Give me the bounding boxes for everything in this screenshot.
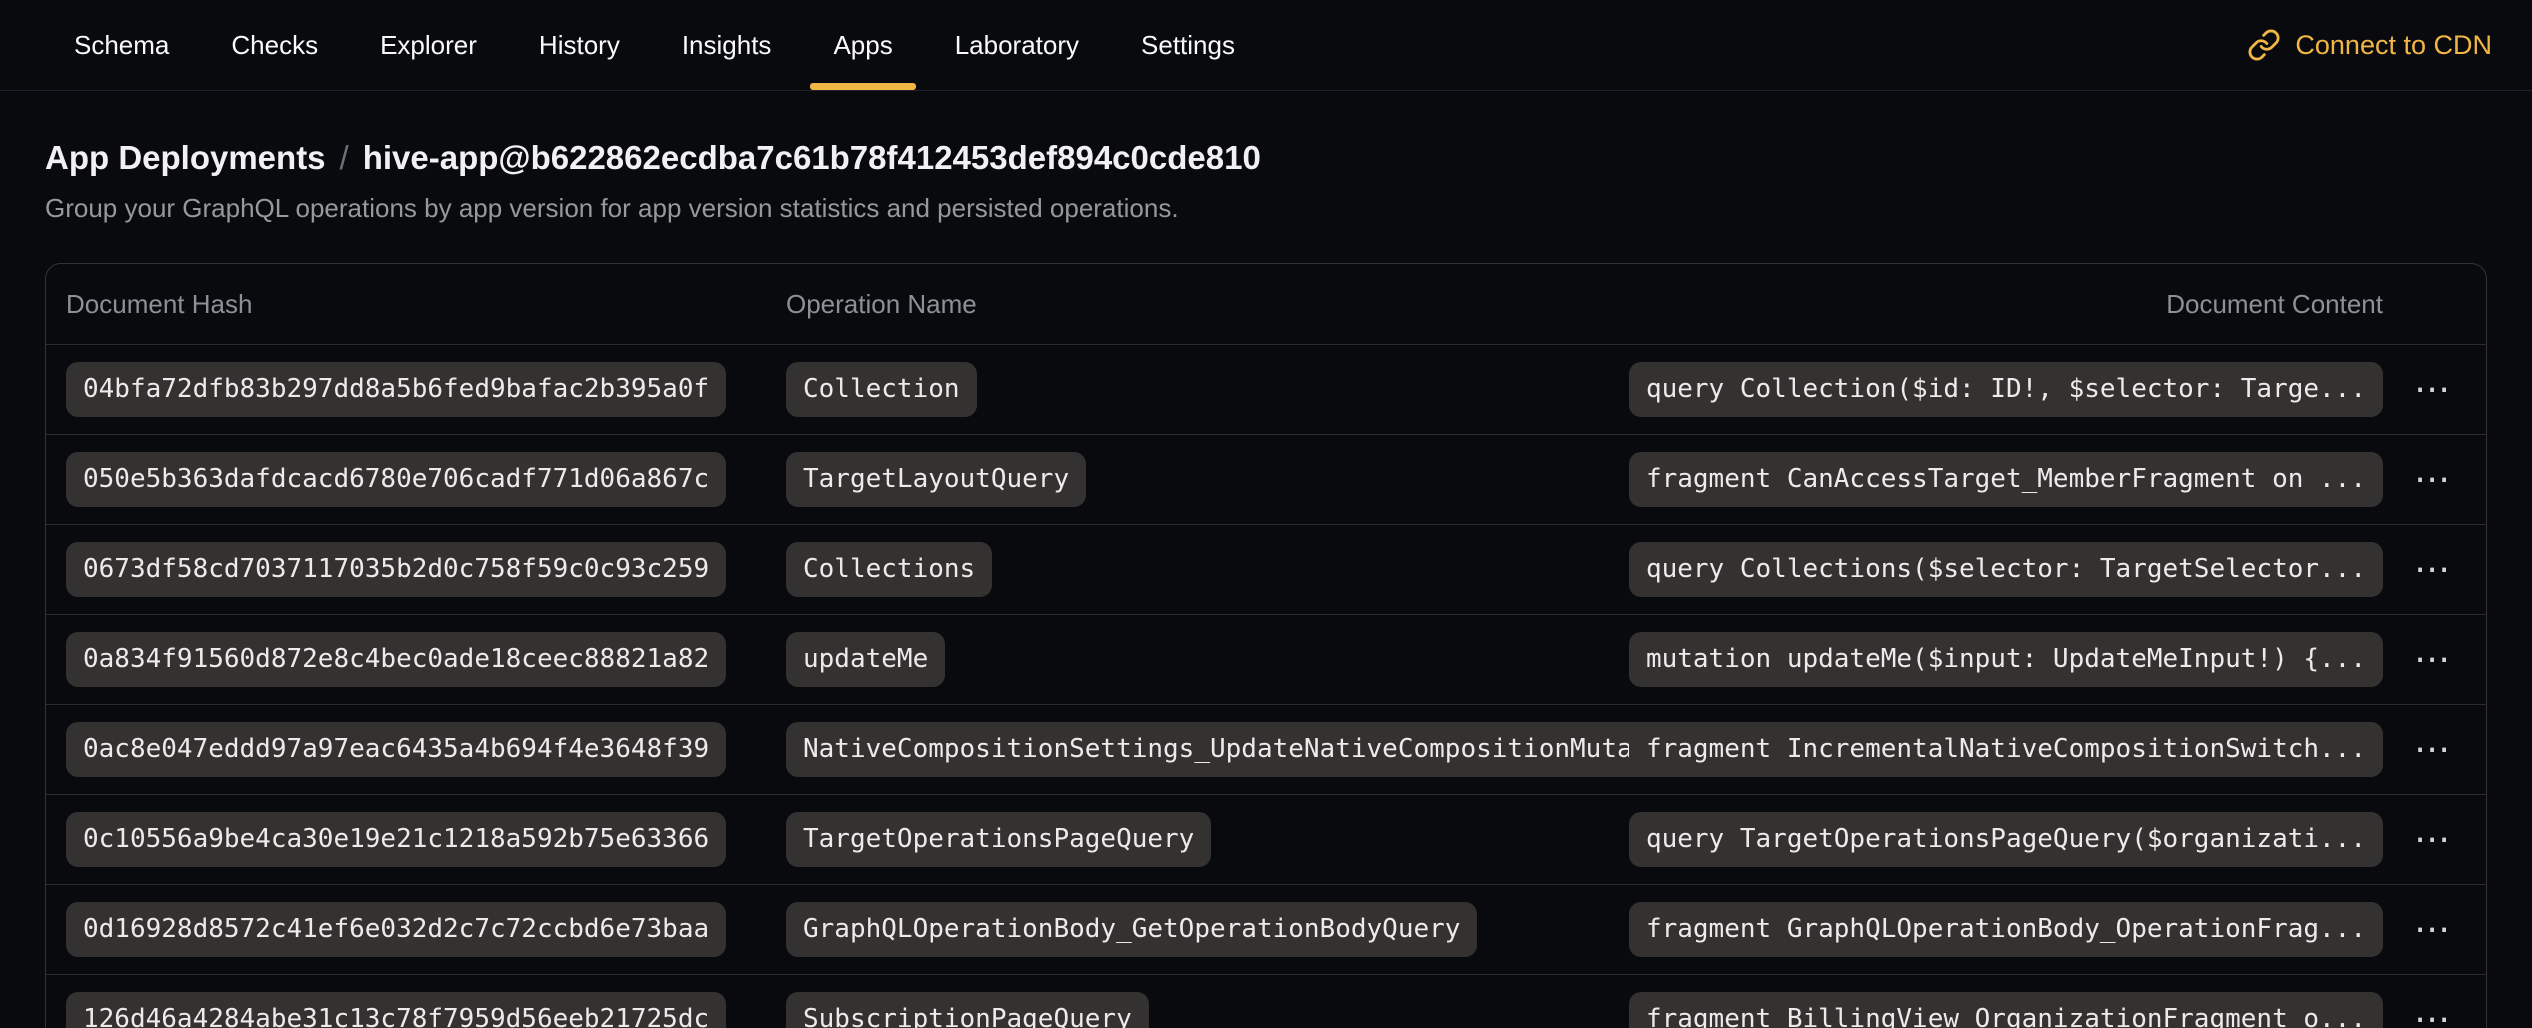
- nav-tab-label: Explorer: [380, 30, 477, 61]
- operation-name-badge[interactable]: Collection: [786, 362, 977, 417]
- table-body: 04bfa72dfb83b297dd8a5b6fed9bafac2b395a0f…: [46, 344, 2486, 1028]
- breadcrumb-deployment-name: hive-app@b622862ecdba7c61b78f412453def89…: [363, 139, 1261, 176]
- ellipsis-icon: ⋯: [2414, 462, 2450, 498]
- nav-tab-schema[interactable]: Schema: [47, 0, 196, 90]
- ellipsis-icon: ⋯: [2414, 642, 2450, 678]
- table-row: 0ac8e047eddd97a97eac6435a4b694f4e3648f39…: [46, 704, 2486, 794]
- nav-tab-label: Apps: [833, 30, 892, 61]
- page-subtitle: Group your GraphQL operations by app ver…: [45, 191, 2487, 225]
- documents-table: Document Hash Operation Name Document Co…: [45, 263, 2487, 1028]
- nav-tab-checks[interactable]: Checks: [204, 0, 345, 90]
- document-content-badge[interactable]: fragment GraphQLOperationBody_OperationF…: [1629, 902, 2383, 957]
- row-menu-button[interactable]: ⋯: [2410, 818, 2454, 862]
- nav-tabs: Schema Checks Explorer History Insights …: [47, 0, 1262, 90]
- document-content-badge[interactable]: query Collections($selector: TargetSelec…: [1629, 542, 2383, 597]
- nav-tab-label: Schema: [74, 30, 169, 61]
- ellipsis-icon: ⋯: [2414, 1002, 2450, 1028]
- document-hash-badge[interactable]: 0a834f91560d872e8c4bec0ade18ceec88821a82: [66, 632, 726, 687]
- document-content-badge[interactable]: mutation updateMe($input: UpdateMeInput!…: [1629, 632, 2383, 687]
- nav-tab-laboratory[interactable]: Laboratory: [928, 0, 1106, 90]
- document-content-badge[interactable]: fragment CanAccessTarget_MemberFragment …: [1629, 452, 2383, 507]
- column-header-document-hash: Document Hash: [66, 289, 786, 320]
- breadcrumb-app-deployments[interactable]: App Deployments: [45, 139, 326, 176]
- row-menu-button[interactable]: ⋯: [2410, 728, 2454, 772]
- column-header-operation-name: Operation Name: [786, 289, 2166, 320]
- breadcrumb: App Deployments / hive-app@b622862ecdba7c6…: [45, 137, 2487, 179]
- operation-name-badge[interactable]: Collections: [786, 542, 992, 597]
- nav-tab-history[interactable]: History: [512, 0, 647, 90]
- row-menu-button[interactable]: ⋯: [2410, 638, 2454, 682]
- document-hash-badge[interactable]: 126d46a4284abe31c13c78f7959d56eeb21725dc: [66, 992, 726, 1028]
- row-menu-button[interactable]: ⋯: [2410, 368, 2454, 412]
- table-row: 050e5b363dafdcacd6780e706cadf771d06a867c…: [46, 434, 2486, 524]
- ellipsis-icon: ⋯: [2414, 822, 2450, 858]
- document-content-badge[interactable]: fragment BillingView_OrganizationFragmen…: [1629, 992, 2383, 1028]
- nav-tab-insights[interactable]: Insights: [655, 0, 799, 90]
- table-row: 0a834f91560d872e8c4bec0ade18ceec88821a82…: [46, 614, 2486, 704]
- document-hash-badge[interactable]: 04bfa72dfb83b297dd8a5b6fed9bafac2b395a0f: [66, 362, 726, 417]
- operation-name-badge[interactable]: updateMe: [786, 632, 945, 687]
- table-row: 0673df58cd7037117035b2d0c758f59c0c93c259…: [46, 524, 2486, 614]
- document-hash-badge[interactable]: 050e5b363dafdcacd6780e706cadf771d06a867c: [66, 452, 726, 507]
- app-deployment-detail-page: App Deployments / hive-app@b622862ecdba7c6…: [0, 137, 2532, 1028]
- table-row: 0c10556a9be4ca30e19e21c1218a592b75e63366…: [46, 794, 2486, 884]
- nav-tab-label: Insights: [682, 30, 772, 61]
- connect-to-cdn-link[interactable]: Connect to CDN: [2247, 0, 2492, 90]
- ellipsis-icon: ⋯: [2414, 372, 2450, 408]
- operation-name-badge[interactable]: SubscriptionPageQuery: [786, 992, 1149, 1028]
- row-menu-button[interactable]: ⋯: [2410, 908, 2454, 952]
- operation-name-badge[interactable]: TargetLayoutQuery: [786, 452, 1086, 507]
- ellipsis-icon: ⋯: [2414, 552, 2450, 588]
- row-menu-button[interactable]: ⋯: [2410, 548, 2454, 592]
- table-row: 04bfa72dfb83b297dd8a5b6fed9bafac2b395a0f…: [46, 344, 2486, 434]
- table-row: 126d46a4284abe31c13c78f7959d56eeb21725dc…: [46, 974, 2486, 1028]
- document-content-badge[interactable]: query TargetOperationsPageQuery($organiz…: [1629, 812, 2383, 867]
- breadcrumb-separator: /: [340, 139, 349, 176]
- document-hash-badge[interactable]: 0d16928d8572c41ef6e032d2c7c72ccbd6e73baa: [66, 902, 726, 957]
- nav-tab-label: History: [539, 30, 620, 61]
- operation-name-badge[interactable]: NativeCompositionSettings_UpdateNativeCo…: [786, 722, 1712, 777]
- top-nav: Schema Checks Explorer History Insights …: [0, 0, 2532, 91]
- link-icon: [2247, 28, 2281, 62]
- column-header-document-content: Document Content: [2166, 289, 2454, 320]
- active-tab-underline: [810, 83, 915, 90]
- document-content-badge[interactable]: query Collection($id: ID!, $selector: Ta…: [1629, 362, 2383, 417]
- table-row: 0d16928d8572c41ef6e032d2c7c72ccbd6e73baa…: [46, 884, 2486, 974]
- document-content-badge[interactable]: fragment IncrementalNativeCompositionSwi…: [1629, 722, 2383, 777]
- table-header-row: Document Hash Operation Name Document Co…: [46, 264, 2486, 344]
- nav-tab-label: Laboratory: [955, 30, 1079, 61]
- connect-to-cdn-label: Connect to CDN: [2295, 30, 2492, 61]
- nav-tab-label: Settings: [1141, 30, 1235, 61]
- nav-tab-label: Checks: [231, 30, 318, 61]
- row-menu-button[interactable]: ⋯: [2410, 458, 2454, 502]
- operation-name-badge[interactable]: TargetOperationsPageQuery: [786, 812, 1211, 867]
- operation-name-badge[interactable]: GraphQLOperationBody_GetOperationBodyQue…: [786, 902, 1477, 957]
- document-hash-badge[interactable]: 0673df58cd7037117035b2d0c758f59c0c93c259: [66, 542, 726, 597]
- row-menu-button[interactable]: ⋯: [2410, 998, 2454, 1028]
- nav-tab-explorer[interactable]: Explorer: [353, 0, 504, 90]
- document-hash-badge[interactable]: 0ac8e047eddd97a97eac6435a4b694f4e3648f39: [66, 722, 726, 777]
- document-hash-badge[interactable]: 0c10556a9be4ca30e19e21c1218a592b75e63366: [66, 812, 726, 867]
- nav-tab-apps[interactable]: Apps: [806, 0, 919, 90]
- nav-tab-settings[interactable]: Settings: [1114, 0, 1262, 90]
- ellipsis-icon: ⋯: [2414, 912, 2450, 948]
- ellipsis-icon: ⋯: [2414, 732, 2450, 768]
